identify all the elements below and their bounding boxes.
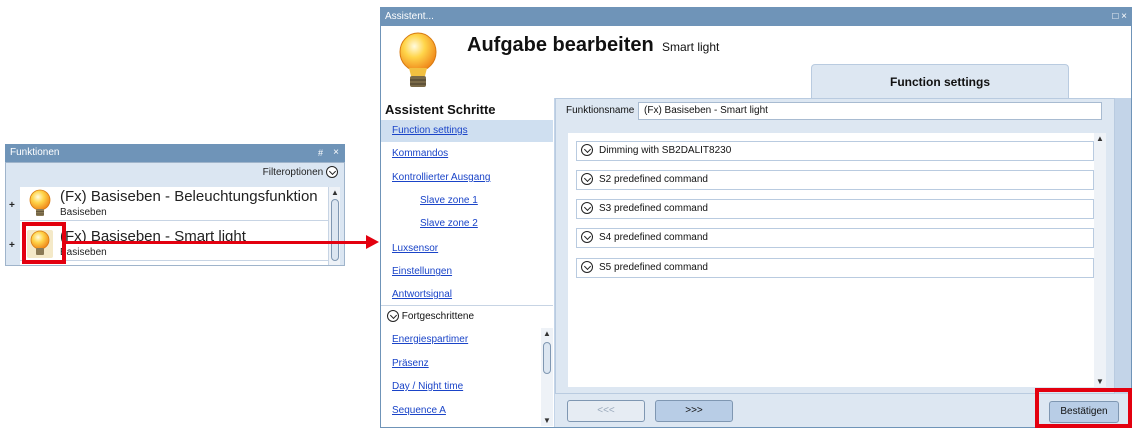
list-item[interactable]: S4 predefined command xyxy=(576,228,1094,248)
scroll-up-icon[interactable]: ▲ xyxy=(543,329,551,338)
close-icon[interactable]: × xyxy=(333,144,339,162)
list-item[interactable]: Dimming with SB2DALIT8230 xyxy=(576,141,1094,161)
chevron-down-icon[interactable] xyxy=(387,310,399,323)
command-label: Dimming with SB2DALIT8230 xyxy=(599,145,732,156)
scroll-up-icon[interactable]: ▲ xyxy=(331,188,339,197)
next-button[interactable]: >>> xyxy=(655,400,733,422)
previous-button[interactable]: <<< xyxy=(567,400,645,422)
window-title-bar: Assistent... □ × xyxy=(381,8,1131,26)
sidebar-item-kontrollierter-ausgang[interactable]: Kontrollierter Ausgang xyxy=(381,167,553,189)
sidebar-item-function-settings[interactable]: Function settings xyxy=(381,120,553,142)
window-title: Assistent... xyxy=(385,11,434,22)
sidebar-item-sequence-a[interactable]: Sequence A xyxy=(381,400,553,422)
function-list: + (Fx) Basiseben - Beleuchtungsfunktion … xyxy=(9,187,330,265)
assistant-window: Assistent... □ × Aufgabe bearbeiten Smar… xyxy=(380,7,1132,428)
wizard-header: Aufgabe bearbeiten Smart light Function … xyxy=(381,26,1131,98)
command-label: S2 predefined command xyxy=(599,174,708,185)
command-label: S5 predefined command xyxy=(599,262,708,273)
tab-function-settings[interactable]: Function settings xyxy=(811,64,1069,98)
highlight-box-icon xyxy=(22,222,66,264)
command-label: S3 predefined command xyxy=(599,203,708,214)
advanced-toggle[interactable]: Fortgeschrittene xyxy=(381,305,553,327)
scroll-thumb[interactable] xyxy=(331,199,339,261)
sidebar-item-day-night-time[interactable]: Day / Night time xyxy=(381,376,553,398)
filter-options[interactable]: Filteroptionen xyxy=(6,163,344,185)
command-list: Dimming with SB2DALIT8230 S2 predefined … xyxy=(568,133,1106,387)
sidebar-item-slave-zone-1[interactable]: Slave zone 1 xyxy=(381,190,553,212)
page-subtitle: Smart light xyxy=(662,40,720,54)
scroll-up-icon[interactable]: ▲ xyxy=(1096,134,1104,143)
function-name-field[interactable]: (Fx) Basiseben - Smart light xyxy=(638,102,1102,120)
list-item[interactable]: S2 predefined command xyxy=(576,170,1094,190)
arrow-head-icon xyxy=(366,235,379,249)
list-item[interactable]: + (Fx) Basiseben - Smart light Basiseben xyxy=(9,227,330,261)
list-item[interactable]: + (Fx) Basiseben - Beleuchtungsfunktion … xyxy=(9,187,330,221)
pointer-arrow xyxy=(64,241,369,244)
steps-sidebar: Assistent Schritte Function settings Kom… xyxy=(381,98,554,427)
item-subtitle: Basiseben xyxy=(60,247,107,258)
list-item[interactable]: S5 predefined command xyxy=(576,258,1094,278)
window-controls[interactable]: □ × xyxy=(1112,8,1127,26)
chevron-down-icon[interactable] xyxy=(326,166,338,179)
chevron-down-icon[interactable] xyxy=(581,231,593,243)
list-scrollbar[interactable]: ▲ xyxy=(328,187,340,265)
chevron-down-icon[interactable] xyxy=(581,144,593,156)
sidebar-item-kommandos[interactable]: Kommandos xyxy=(381,143,553,165)
scroll-thumb[interactable] xyxy=(543,342,551,374)
scroll-down-icon[interactable]: ▼ xyxy=(543,416,551,425)
pin-icon[interactable]: # xyxy=(318,144,323,162)
command-label: S4 predefined command xyxy=(599,232,708,243)
page-title: Aufgabe bearbeiten xyxy=(467,34,654,56)
item-title: (Fx) Basiseben - Beleuchtungsfunktion xyxy=(60,188,318,205)
settings-content: Funktionsname (Fx) Basiseben - Smart lig… xyxy=(555,98,1115,394)
sidebar-item-slave-zone-2[interactable]: Slave zone 2 xyxy=(381,213,553,235)
sidebar-item-praesenz[interactable]: Präsenz xyxy=(381,353,553,375)
chevron-down-icon[interactable] xyxy=(581,261,593,273)
chevron-down-icon[interactable] xyxy=(581,202,593,214)
sidebar-item-einstellungen[interactable]: Einstellungen xyxy=(381,261,553,283)
sidebar-item-antwortsignal[interactable]: Antwortsignal xyxy=(381,284,553,306)
command-scrollbar[interactable]: ▲ ▼ xyxy=(1094,133,1106,387)
panel-title-bar: Funktionen # × xyxy=(5,144,345,162)
steps-scrollbar[interactable]: ▲ ▼ xyxy=(541,328,553,426)
expand-icon[interactable]: + xyxy=(9,200,15,211)
item-subtitle: Basiseben xyxy=(60,207,107,218)
bulb-icon xyxy=(29,189,51,216)
sidebar-item-luxsensor[interactable]: Luxsensor xyxy=(381,238,553,260)
expand-icon[interactable]: + xyxy=(9,240,15,251)
steps-heading: Assistent Schritte xyxy=(385,102,496,117)
list-item[interactable]: S3 predefined command xyxy=(576,199,1094,219)
filter-label: Filteroptionen xyxy=(262,167,324,178)
scroll-down-icon[interactable]: ▼ xyxy=(1096,377,1104,386)
chevron-down-icon[interactable] xyxy=(581,173,593,185)
highlight-box-confirm xyxy=(1035,388,1132,428)
bulb-icon xyxy=(399,32,437,87)
sidebar-item-energiespartimer[interactable]: Energiespartimer xyxy=(381,329,553,351)
panel-title: Funktionen xyxy=(10,147,60,158)
advanced-label: Fortgeschrittene xyxy=(401,311,475,322)
function-name-label: Funktionsname xyxy=(566,105,635,116)
